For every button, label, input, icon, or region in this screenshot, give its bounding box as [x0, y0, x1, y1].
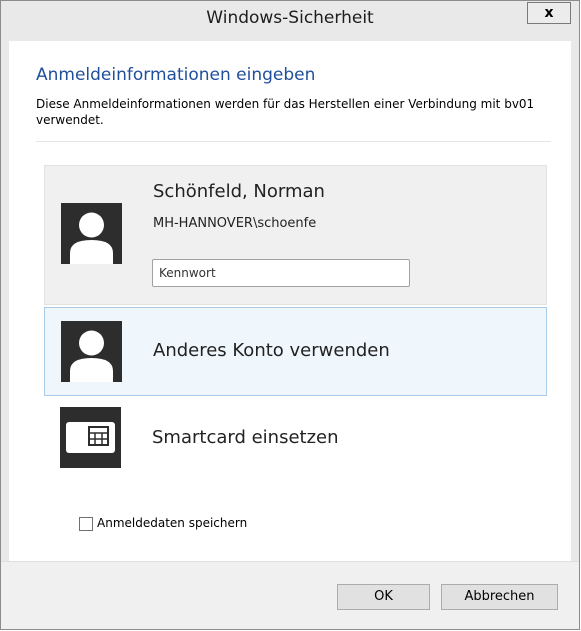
security-dialog: Windows-Sicherheit x Anmeldeinformatione…	[0, 0, 580, 630]
account-tile-other-account[interactable]: Anderes Konto verwenden	[44, 307, 547, 396]
smartcard-icon	[60, 407, 121, 468]
remember-credentials-label[interactable]: Anmeldedaten speichern	[97, 516, 247, 530]
window-title: Windows-Sicherheit	[206, 8, 374, 28]
remember-credentials-checkbox[interactable]	[79, 517, 93, 531]
dialog-heading: Anmeldeinformationen eingeben	[36, 65, 316, 85]
account-tile-smartcard[interactable]: Smartcard einsetzen	[44, 399, 547, 483]
password-field[interactable]	[152, 259, 410, 287]
smartcard-label: Smartcard einsetzen	[152, 427, 339, 448]
dialog-description: Diese Anmeldeinformationen werden für da…	[36, 97, 535, 127]
user-avatar-icon	[61, 203, 122, 264]
close-button[interactable]: x	[527, 2, 571, 24]
account-tile-current-user[interactable]: Schönfeld, Norman MH-HANNOVER\schoenfe	[44, 165, 547, 305]
dialog-footer: OK Abbrechen	[1, 561, 579, 629]
cancel-button[interactable]: Abbrechen	[441, 584, 558, 610]
user-avatar-icon	[61, 321, 122, 382]
title-bar: Windows-Sicherheit x	[1, 1, 579, 35]
other-account-label: Anderes Konto verwenden	[153, 340, 390, 361]
ok-button[interactable]: OK	[337, 584, 430, 610]
user-domain-account: MH-HANNOVER\schoenfe	[153, 216, 317, 231]
divider	[36, 141, 551, 142]
dialog-content: Anmeldeinformationen eingeben Diese Anme…	[9, 41, 571, 561]
user-display-name: Schönfeld, Norman	[153, 181, 325, 202]
